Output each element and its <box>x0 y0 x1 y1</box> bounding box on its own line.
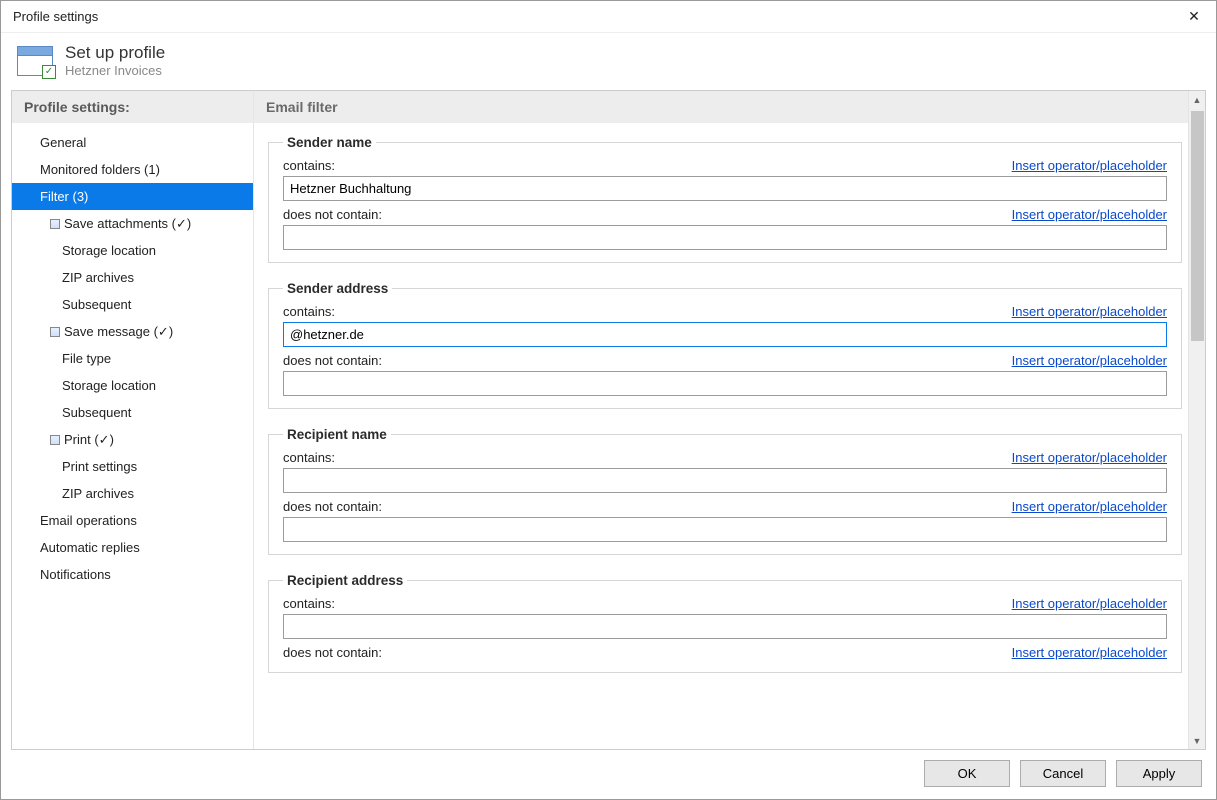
main-panel: Email filter Sender name contains: Inser… <box>254 91 1205 749</box>
legend-sender-address: Sender address <box>283 281 392 296</box>
legend-recipient-address: Recipient address <box>283 573 407 588</box>
sender-address-notcontain-input[interactable] <box>283 371 1167 396</box>
sender-address-contains-input[interactable] <box>283 322 1167 347</box>
window-title: Profile settings <box>13 9 1180 24</box>
scroll-down-arrow-icon[interactable]: ▼ <box>1189 732 1205 749</box>
group-sender-address: Sender address contains: Insert operator… <box>268 281 1182 409</box>
main-scroll-area: Email filter Sender name contains: Inser… <box>254 91 1188 749</box>
sidebar-item-notifications[interactable]: Notifications <box>12 561 253 588</box>
recipient-address-contains-input[interactable] <box>283 614 1167 639</box>
apply-button[interactable]: Apply <box>1116 760 1202 787</box>
profile-icon: ✓ <box>17 46 53 76</box>
label-contains: contains: <box>283 596 335 611</box>
sidebar-item-save-message[interactable]: Save message (✓) <box>12 318 253 345</box>
titlebar: Profile settings ✕ <box>1 1 1216 33</box>
header-title: Set up profile <box>65 43 165 63</box>
insert-operator-link[interactable]: Insert operator/placeholder <box>1012 353 1167 368</box>
label-contains: contains: <box>283 158 335 173</box>
sidebar-item-save-attachments[interactable]: Save attachments (✓) <box>12 210 253 237</box>
insert-operator-link[interactable]: Insert operator/placeholder <box>1012 596 1167 611</box>
sender-name-notcontain-input[interactable] <box>283 225 1167 250</box>
group-recipient-name: Recipient name contains: Insert operator… <box>268 427 1182 555</box>
label-not-contain: does not contain: <box>283 353 382 368</box>
insert-operator-link[interactable]: Insert operator/placeholder <box>1012 304 1167 319</box>
main-heading: Email filter <box>254 91 1188 123</box>
group-sender-name: Sender name contains: Insert operator/pl… <box>268 135 1182 263</box>
sidebar-item-print[interactable]: Print (✓) <box>12 426 253 453</box>
label-contains: contains: <box>283 304 335 319</box>
insert-operator-link[interactable]: Insert operator/placeholder <box>1012 207 1167 222</box>
sidebar-item-subsequent-2[interactable]: Subsequent <box>12 399 253 426</box>
dialog-footer: OK Cancel Apply <box>1 750 1216 799</box>
group-recipient-address: Recipient address contains: Insert opera… <box>268 573 1182 673</box>
label-not-contain: does not contain: <box>283 645 382 660</box>
sidebar: Profile settings: General Monitored fold… <box>12 91 254 749</box>
label-contains: contains: <box>283 450 335 465</box>
insert-operator-link[interactable]: Insert operator/placeholder <box>1012 158 1167 173</box>
cancel-button[interactable]: Cancel <box>1020 760 1106 787</box>
profile-settings-dialog: Profile settings ✕ ✓ Set up profile Hetz… <box>0 0 1217 800</box>
legend-recipient-name: Recipient name <box>283 427 391 442</box>
sidebar-item-print-settings[interactable]: Print settings <box>12 453 253 480</box>
printer-icon <box>50 435 60 445</box>
insert-operator-link[interactable]: Insert operator/placeholder <box>1012 645 1167 660</box>
sidebar-item-filter[interactable]: Filter (3) <box>12 183 253 210</box>
sidebar-item-zip-archives[interactable]: ZIP archives <box>12 264 253 291</box>
disk-icon <box>50 219 60 229</box>
sidebar-item-email-operations[interactable]: Email operations <box>12 507 253 534</box>
sidebar-item-file-type[interactable]: File type <box>12 345 253 372</box>
sidebar-item-automatic-replies[interactable]: Automatic replies <box>12 534 253 561</box>
sidebar-item-storage-location-2[interactable]: Storage location <box>12 372 253 399</box>
dialog-header: ✓ Set up profile Hetzner Invoices <box>1 33 1216 90</box>
sender-name-contains-input[interactable] <box>283 176 1167 201</box>
label-not-contain: does not contain: <box>283 207 382 222</box>
sidebar-item-storage-location[interactable]: Storage location <box>12 237 253 264</box>
insert-operator-link[interactable]: Insert operator/placeholder <box>1012 499 1167 514</box>
scroll-up-arrow-icon[interactable]: ▲ <box>1189 91 1205 108</box>
scroll-thumb[interactable] <box>1191 111 1204 341</box>
dialog-body: Profile settings: General Monitored fold… <box>11 90 1206 750</box>
ok-button[interactable]: OK <box>924 760 1010 787</box>
sidebar-item-zip-archives-2[interactable]: ZIP archives <box>12 480 253 507</box>
sidebar-item-subsequent[interactable]: Subsequent <box>12 291 253 318</box>
legend-sender-name: Sender name <box>283 135 376 150</box>
recipient-name-notcontain-input[interactable] <box>283 517 1167 542</box>
check-icon: ✓ <box>42 65 56 79</box>
sidebar-heading: Profile settings: <box>12 91 253 123</box>
insert-operator-link[interactable]: Insert operator/placeholder <box>1012 450 1167 465</box>
label-not-contain: does not contain: <box>283 499 382 514</box>
sidebar-item-general[interactable]: General <box>12 129 253 156</box>
vertical-scrollbar[interactable]: ▲ ▼ <box>1188 91 1205 749</box>
header-subtitle: Hetzner Invoices <box>65 63 165 78</box>
disk-icon <box>50 327 60 337</box>
nav-tree: General Monitored folders (1) Filter (3)… <box>12 123 253 594</box>
sidebar-item-monitored-folders[interactable]: Monitored folders (1) <box>12 156 253 183</box>
close-icon[interactable]: ✕ <box>1180 3 1208 31</box>
recipient-name-contains-input[interactable] <box>283 468 1167 493</box>
